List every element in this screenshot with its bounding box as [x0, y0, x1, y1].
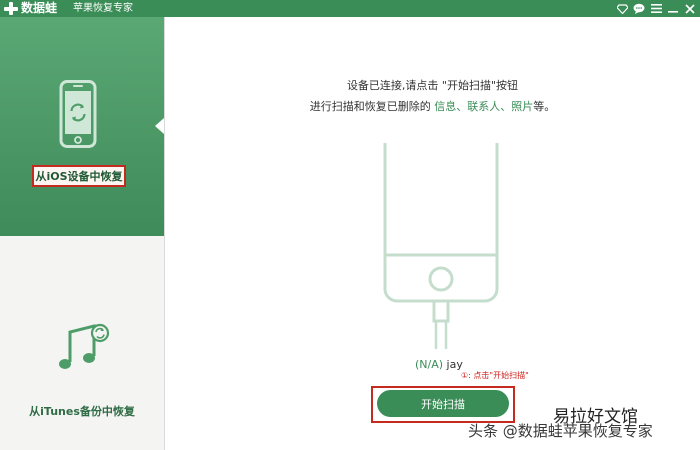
- phone-icon: [59, 80, 97, 152]
- instruction-line-2: 进行扫描和恢复已删除的 信息、联系人、照片等。: [165, 98, 700, 114]
- menu-icon[interactable]: [650, 3, 662, 15]
- device-status: (N/A): [415, 358, 444, 371]
- instruction-line-1: 设备已连接,请点击 "开始扫描"按钮: [346, 79, 519, 92]
- app-subtitle: 苹果恢复专家: [73, 3, 133, 14]
- sidebar-item-ios-device[interactable]: 从iOS设备中恢复: [0, 17, 164, 236]
- window-controls: [616, 0, 696, 17]
- title-bar: 数据蛙 苹果恢复专家: [0, 0, 700, 17]
- device-name: (N/A) jay: [415, 358, 463, 371]
- sidebar: 从iOS设备中恢复 从iTunes备份中恢复: [0, 17, 165, 450]
- main-panel: 设备已连接,请点击 "开始扫描"按钮 进行扫描和恢复已删除的 信息、联系人、照片…: [165, 17, 700, 450]
- app-name: 数据蛙: [21, 1, 58, 15]
- separator: 、: [456, 100, 468, 113]
- close-icon[interactable]: [684, 3, 696, 15]
- instruction-suffix: 等。: [533, 100, 556, 113]
- music-icon: [54, 320, 112, 378]
- active-indicator: [155, 118, 164, 134]
- diamond-icon[interactable]: [616, 3, 628, 15]
- instruction-prefix: 进行扫描和恢复已删除的: [309, 100, 435, 113]
- start-scan-button[interactable]: 开始扫描: [377, 390, 509, 417]
- highlight-messages: 信息: [434, 100, 457, 113]
- separator: 、: [500, 100, 512, 113]
- watermark-author: 头条 @数据蛙苹果恢复专家: [468, 422, 653, 440]
- highlight-photos: 照片: [511, 100, 534, 113]
- minimize-icon[interactable]: [667, 3, 679, 15]
- step-tip: ①: 点击"开始扫描": [461, 371, 529, 380]
- sidebar-item-label: 从iTunes备份中恢复: [29, 405, 135, 418]
- app-logo-icon: [4, 2, 18, 15]
- highlight-contacts: 联系人: [467, 100, 501, 113]
- ios-label-highlight: 从iOS设备中恢复: [32, 165, 126, 187]
- sidebar-item-label: 从iOS设备中恢复: [35, 170, 123, 183]
- connected-phone-illustration: [382, 129, 502, 353]
- chat-icon[interactable]: [633, 3, 645, 15]
